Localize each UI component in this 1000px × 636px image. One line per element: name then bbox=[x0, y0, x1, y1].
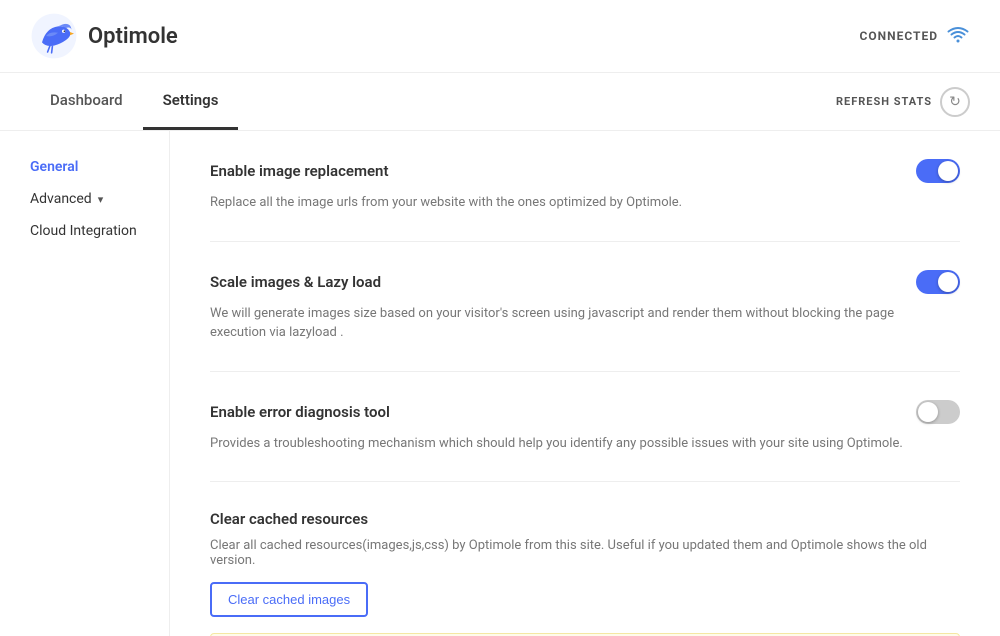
app-header: Optimole CONNECTED bbox=[0, 0, 1000, 73]
image-replacement-toggle[interactable] bbox=[916, 159, 960, 183]
connection-status: CONNECTED bbox=[860, 22, 970, 51]
cached-resources-section: Clear cached resources Clear all cached … bbox=[210, 482, 960, 636]
image-replacement-row: Enable image replacement Replace all the… bbox=[210, 131, 960, 242]
connected-label: CONNECTED bbox=[860, 29, 938, 43]
cached-resources-desc: Clear all cached resources(images,js,css… bbox=[210, 538, 960, 568]
image-replacement-title: Enable image replacement bbox=[210, 162, 388, 180]
refresh-label: REFRESH STATS bbox=[836, 95, 932, 108]
sidebar-general-label: General bbox=[30, 159, 78, 175]
settings-main: Enable image replacement Replace all the… bbox=[170, 131, 1000, 636]
tab-settings[interactable]: Settings bbox=[143, 73, 239, 130]
refresh-stats-button[interactable]: REFRESH STATS ↻ bbox=[836, 87, 970, 117]
content-area: General Advanced ▾ Cloud Integration Ena… bbox=[0, 131, 1000, 636]
error-diagnosis-title: Enable error diagnosis tool bbox=[210, 403, 390, 421]
sidebar-item-advanced[interactable]: Advanced ▾ bbox=[0, 183, 169, 215]
tab-dashboard[interactable]: Dashboard bbox=[30, 73, 143, 130]
scale-lazy-row: Scale images & Lazy load We will generat… bbox=[210, 242, 960, 372]
sidebar-item-general[interactable]: General bbox=[0, 151, 169, 183]
logo-area: Optimole bbox=[30, 12, 178, 60]
app-title: Optimole bbox=[88, 24, 178, 49]
chevron-down-icon: ▾ bbox=[98, 193, 104, 206]
tab-list: Dashboard Settings bbox=[30, 73, 238, 130]
scale-lazy-desc: We will generate images size based on yo… bbox=[210, 304, 910, 343]
clear-cached-images-button[interactable]: Clear cached images bbox=[210, 582, 368, 617]
sidebar: General Advanced ▾ Cloud Integration bbox=[0, 131, 170, 636]
sidebar-cloud-label: Cloud Integration bbox=[30, 223, 137, 239]
refresh-icon: ↻ bbox=[940, 87, 970, 117]
logo-icon bbox=[30, 12, 78, 60]
cached-resources-title: Clear cached resources bbox=[210, 510, 960, 528]
sidebar-item-cloud-integration[interactable]: Cloud Integration bbox=[0, 215, 169, 247]
image-replacement-desc: Replace all the image urls from your web… bbox=[210, 193, 910, 213]
scale-lazy-title: Scale images & Lazy load bbox=[210, 273, 381, 291]
wifi-icon bbox=[946, 22, 970, 51]
scale-lazy-toggle[interactable] bbox=[916, 270, 960, 294]
error-diagnosis-row: Enable error diagnosis tool Provides a t… bbox=[210, 372, 960, 483]
error-diagnosis-toggle[interactable] bbox=[916, 400, 960, 424]
error-diagnosis-desc: Provides a troubleshooting mechanism whi… bbox=[210, 434, 910, 454]
sidebar-advanced-label: Advanced bbox=[30, 191, 92, 207]
tabs-bar: Dashboard Settings REFRESH STATS ↻ bbox=[0, 73, 1000, 131]
